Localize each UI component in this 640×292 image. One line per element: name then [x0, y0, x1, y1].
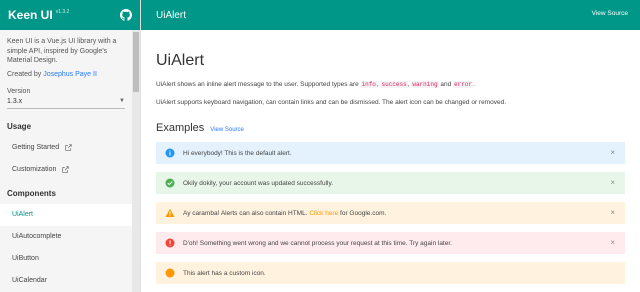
alert-warning: Ay caramba! Alerts can also contain HTML… — [156, 202, 625, 224]
separator: , — [376, 81, 381, 88]
alert-message: Hi everybody! This is the default alert. — [183, 149, 292, 157]
alert-message: This alert has a custom icon. — [183, 269, 266, 277]
alert-text: Ay caramba! Alerts can also contain HTML… — [183, 209, 310, 217]
alert-message: Okily dokily, your account was updated s… — [183, 179, 334, 187]
sidebar-description: Keen UI is a Vue.js UI library with a si… — [7, 38, 117, 64]
alert-message: D'oh! Something went wrong and we cannot… — [183, 239, 452, 247]
nav-heading-components: Components — [7, 188, 56, 198]
check-circle-icon — [165, 178, 175, 188]
sidebar-item-uibutton[interactable]: UiButton — [0, 248, 133, 270]
alert-text: for Google.com. — [338, 209, 387, 217]
sidebar-scrollbar[interactable] — [132, 30, 140, 292]
sidebar-item-getting-started[interactable]: Getting Started — [0, 137, 133, 159]
page-title: UiAlert — [156, 52, 205, 69]
separator: and — [438, 81, 454, 88]
chevron-down-icon: ▼ — [119, 98, 125, 104]
examples-title: Examples — [156, 122, 205, 134]
type-code-error: error — [453, 81, 474, 88]
sidebar-header: Keen UI v1.3.2 — [0, 0, 140, 30]
sidebar-item-customization[interactable]: Customization — [0, 159, 133, 181]
version-value: 1.3.x — [7, 97, 23, 105]
error-icon — [165, 238, 175, 248]
nav-heading-usage: Usage — [7, 121, 32, 131]
info-icon — [165, 148, 175, 158]
alert-custom-icon: This alert has a custom icon. — [156, 262, 625, 284]
sidebar-item-label: UiAutocomplete — [12, 233, 62, 240]
alert-message: Ay caramba! Alerts can also contain HTML… — [183, 210, 386, 217]
topbar: UiAlert View Source — [141, 0, 640, 30]
version-select[interactable]: 1.3.x ▼ — [7, 96, 125, 109]
sidebar-item-uialert[interactable]: UiAlert — [0, 203, 133, 226]
separator: . — [473, 81, 475, 88]
view-source-link[interactable]: View Source — [592, 10, 628, 17]
close-icon[interactable]: × — [610, 238, 615, 247]
credit-prefix: Created by — [7, 70, 44, 78]
sidebar-credit: Created by Josephus Paye II — [7, 71, 125, 78]
sidebar: Keen UI v1.3.2 Keen UI is a Vue.js UI li… — [0, 0, 141, 292]
google-link[interactable]: Click here — [309, 210, 338, 217]
alert-success: Okily dokily, your account was updated s… — [156, 172, 625, 194]
scrollbar-thumb[interactable] — [133, 32, 139, 92]
sidebar-item-label: UiCalendar — [12, 277, 48, 284]
main-content: UiAlert UiAlert shows an inline alert me… — [141, 30, 640, 292]
alert-error: D'oh! Something went wrong and we cannot… — [156, 232, 625, 254]
alert-info: Hi everybody! This is the default alert.… — [156, 142, 625, 164]
version-label: Version — [7, 87, 31, 95]
github-icon[interactable] — [120, 9, 132, 21]
sidebar-item-label: Getting Started — [12, 144, 60, 151]
type-code-info: info — [360, 81, 377, 88]
author-link[interactable]: Josephus Paye II — [43, 71, 97, 78]
intro-text: UiAlert shows an inline alert message to… — [156, 81, 361, 88]
version-badge: v1.3.2 — [55, 9, 70, 15]
topbar-title: UiAlert — [156, 9, 187, 21]
sidebar-body: Keen UI is a Vue.js UI library with a si… — [0, 30, 133, 292]
close-icon[interactable]: × — [610, 178, 615, 187]
intro-paragraph: UiAlert shows an inline alert message to… — [156, 80, 625, 89]
external-link-icon — [62, 166, 70, 173]
external-link-icon — [65, 144, 72, 151]
sidebar-item-uicalendar[interactable]: UiCalendar — [0, 270, 133, 292]
type-code-success: success — [380, 81, 408, 88]
type-code-warning: warning — [411, 81, 439, 88]
custom-alert-icon — [165, 268, 175, 278]
features-paragraph: UiAlert supports keyboard navigation, ca… — [156, 99, 506, 106]
warning-icon — [165, 208, 175, 217]
examples-view-source-link[interactable]: View Source — [210, 127, 244, 133]
sidebar-item-label: UiAlert — [12, 211, 34, 218]
sidebar-item-uiautocomplete[interactable]: UiAutocomplete — [0, 226, 133, 248]
close-icon[interactable]: × — [610, 148, 615, 157]
examples-header: Examples View Source — [156, 122, 625, 134]
sidebar-item-label: Customization — [12, 166, 57, 173]
brand-logo[interactable]: Keen UI — [8, 8, 53, 22]
sidebar-item-label: UiButton — [12, 255, 39, 262]
close-icon[interactable]: × — [610, 208, 615, 217]
